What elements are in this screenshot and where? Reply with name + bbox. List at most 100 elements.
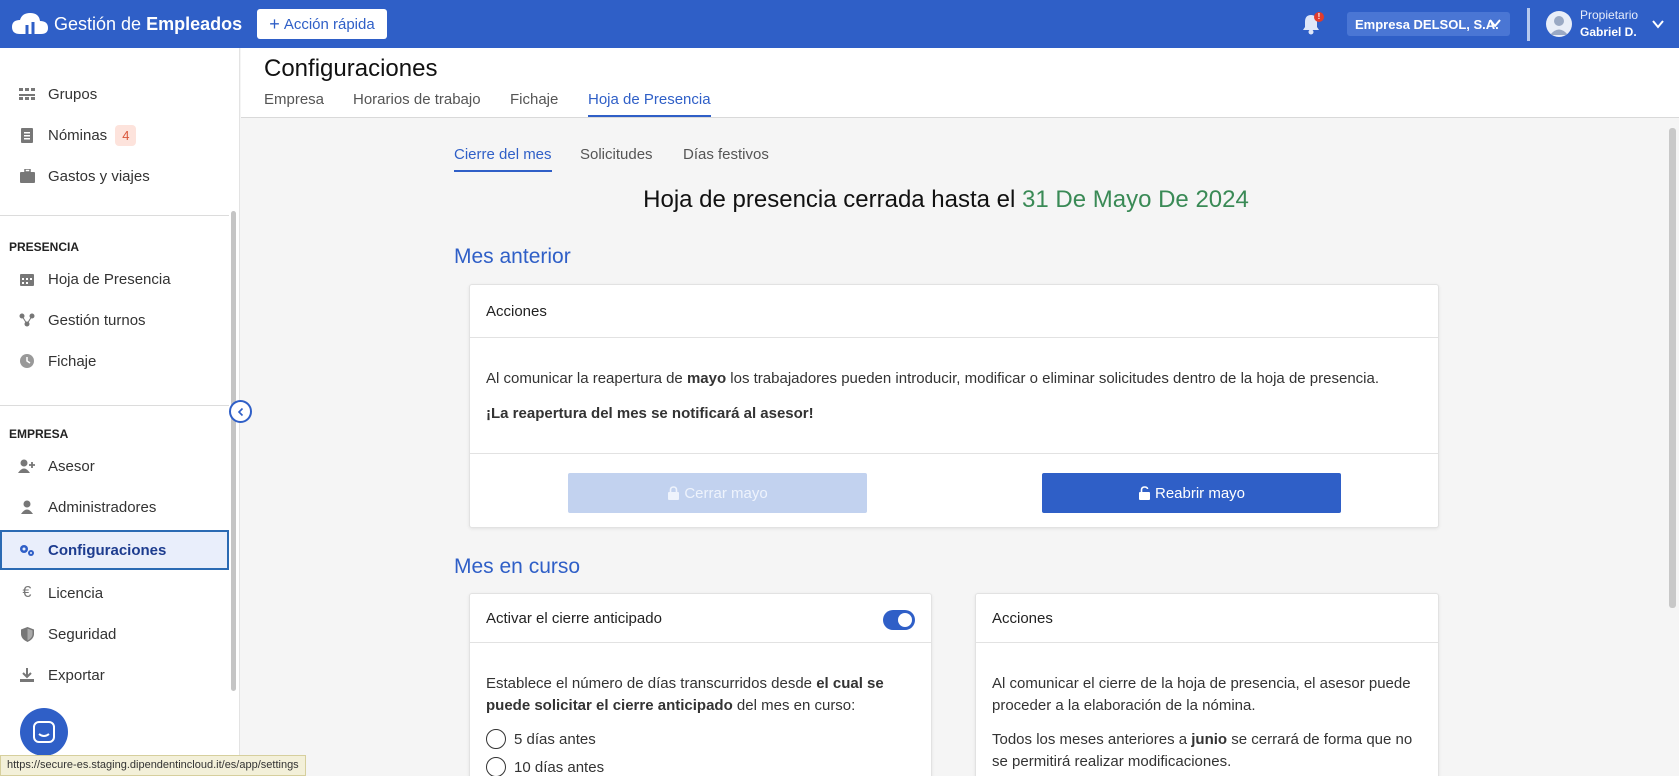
sidebar-item-label: Seguridad xyxy=(48,625,117,643)
previous-months-note: Todos los meses anteriores a junio se ce… xyxy=(992,731,1413,770)
sidebar-divider xyxy=(0,215,229,216)
content-scrollbar[interactable] xyxy=(1669,128,1676,608)
sidebar-item-label: Gestión turnos xyxy=(48,311,146,329)
sidebar-item-label: Administradores xyxy=(48,498,157,516)
app-logo[interactable]: Gestión de Empleados xyxy=(10,10,242,38)
gears-icon xyxy=(18,541,36,559)
subtab-cierre-mes[interactable]: Cierre del mes xyxy=(454,146,552,172)
sidebar-item-fichaje[interactable]: Fichaje xyxy=(0,341,229,381)
sidebar-item-label: Fichaje xyxy=(48,352,97,370)
status-url-bar: https://secure-es.staging.dipendentinclo… xyxy=(0,755,306,776)
groups-icon xyxy=(18,85,36,103)
add-user-icon xyxy=(18,457,36,475)
user-avatar-icon xyxy=(1550,16,1568,35)
sidebar: Grupos Nóminas 4 Gastos y viajes PRESENC… xyxy=(0,48,240,776)
sidebar-item-administradores[interactable]: Administradores xyxy=(0,487,229,527)
chevron-left-icon xyxy=(237,407,243,416)
user-role: Propietario xyxy=(1580,8,1639,22)
sidebar-item-label: Grupos xyxy=(48,85,98,103)
radio-circle xyxy=(486,729,506,749)
user-menu[interactable]: Propietario Gabriel D. xyxy=(1580,7,1638,41)
sidebar-item-label: Licencia xyxy=(48,584,104,602)
close-description: Al comunicar el cierre de la hoja de pre… xyxy=(992,675,1411,714)
tab-empresa[interactable]: Empresa xyxy=(264,91,324,117)
current-actions-card: Acciones Al comunicar el cierre de la ho… xyxy=(975,593,1439,776)
tab-horarios[interactable]: Horarios de trabajo xyxy=(353,91,481,117)
chat-button[interactable] xyxy=(20,708,68,756)
section-current-month: Mes en curso xyxy=(454,555,581,578)
lock-icon xyxy=(668,486,680,500)
calendar-icon xyxy=(18,270,36,288)
chat-icon xyxy=(33,721,55,743)
sidebar-item-configuraciones[interactable]: Configuraciones xyxy=(0,530,229,570)
close-month-button[interactable]: Cerrar mayo xyxy=(568,473,867,513)
sidebar-item-label: Configuraciones xyxy=(48,541,167,559)
admin-icon xyxy=(18,498,36,516)
sidebar-item-hoja-presencia[interactable]: Hoja de Presencia xyxy=(0,259,229,299)
previous-month-card: Acciones Al comunicar la reapertura de m… xyxy=(469,284,1439,528)
sidebar-item-grupos[interactable]: Grupos xyxy=(0,74,229,114)
sidebar-divider xyxy=(0,405,229,406)
shifts-icon xyxy=(18,311,36,329)
sidebar-item-nominas[interactable]: Nóminas 4 xyxy=(0,115,229,155)
radio-10-days[interactable]: 10 días antes xyxy=(486,757,604,776)
sidebar-item-label: Asesor xyxy=(48,457,95,475)
sidebar-scrollbar[interactable] xyxy=(231,211,236,691)
subtab-solicitudes[interactable]: Solicitudes xyxy=(580,146,653,172)
top-bar: Gestión de Empleados + Acción rápida ! E… xyxy=(0,0,1679,48)
radio-circle xyxy=(486,757,506,776)
page-title: Configuraciones xyxy=(264,55,438,82)
company-selector[interactable]: Empresa DELSOL, S.A. xyxy=(1347,12,1510,36)
early-close-toggle[interactable] xyxy=(883,610,915,630)
card-title: Acciones xyxy=(976,594,1438,643)
sidebar-item-label: Gastos y viajes xyxy=(48,167,150,185)
card-body: Al comunicar la reapertura de mayo los t… xyxy=(470,338,1438,454)
page-header: Configuraciones Empresa Horarios de trab… xyxy=(241,48,1679,118)
plus-icon: + xyxy=(269,14,280,34)
section-title-presencia: PRESENCIA xyxy=(9,240,80,254)
shield-icon xyxy=(18,625,36,643)
briefcase-icon xyxy=(18,167,36,185)
chevron-down-icon xyxy=(1489,19,1501,28)
early-close-description: Establece el número de días transcurrido… xyxy=(486,675,884,714)
sidebar-item-gastos[interactable]: Gastos y viajes xyxy=(0,156,229,196)
section-previous-month: Mes anterior xyxy=(454,245,571,268)
sidebar-item-gestion-turnos[interactable]: Gestión turnos xyxy=(0,300,229,340)
sidebar-item-label: Nóminas xyxy=(48,126,108,144)
sidebar-item-label: Hoja de Presencia xyxy=(48,270,171,288)
sidebar-item-exportar[interactable]: Exportar xyxy=(0,655,229,695)
payroll-count-badge: 4 xyxy=(115,124,137,146)
early-close-card: Activar el cierre anticipado Establece e… xyxy=(469,593,932,776)
sidebar-item-licencia[interactable]: € Licencia xyxy=(0,573,229,613)
notification-badge: ! xyxy=(1314,12,1324,22)
sidebar-item-seguridad[interactable]: Seguridad xyxy=(0,614,229,654)
clock-icon xyxy=(18,352,36,370)
user-name: Gabriel D. xyxy=(1580,25,1637,39)
reopen-description: Al comunicar la reapertura de mayo los t… xyxy=(486,370,1379,387)
closure-date: 31 De Mayo De 2024 xyxy=(1022,186,1249,213)
unlock-icon xyxy=(1138,486,1150,500)
sidebar-item-label: Exportar xyxy=(48,666,105,684)
section-title-empresa: EMPRESA xyxy=(9,427,69,441)
reopen-month-button[interactable]: Reabrir mayo xyxy=(1042,473,1341,513)
tab-hoja-presencia[interactable]: Hoja de Presencia xyxy=(588,91,711,117)
header-divider xyxy=(1527,8,1530,41)
tab-fichaje[interactable]: Fichaje xyxy=(510,91,558,117)
reopen-warning: ¡La reapertura del mes se notificará al … xyxy=(486,405,814,422)
sidebar-item-asesor[interactable]: Asesor xyxy=(0,446,229,486)
euro-icon: € xyxy=(22,584,32,601)
card-title: Acciones xyxy=(470,285,1438,338)
collapse-sidebar-button[interactable] xyxy=(229,400,252,423)
avatar[interactable] xyxy=(1546,11,1572,37)
current-actions-body: Al comunicar el cierre de la hoja de pre… xyxy=(976,643,1438,773)
chevron-down-icon[interactable] xyxy=(1651,17,1665,31)
payroll-icon xyxy=(18,126,36,144)
early-close-header: Activar el cierre anticipado xyxy=(470,594,931,643)
download-icon xyxy=(18,666,36,684)
quick-action-button[interactable]: + Acción rápida xyxy=(257,9,387,39)
app-title: Gestión de Empleados xyxy=(54,13,243,34)
early-close-body: Establece el número de días transcurrido… xyxy=(470,643,931,717)
radio-5-days[interactable]: 5 días antes xyxy=(486,729,596,749)
subtab-dias-festivos[interactable]: Días festivos xyxy=(683,146,769,172)
cloud-logo-icon xyxy=(12,13,48,34)
